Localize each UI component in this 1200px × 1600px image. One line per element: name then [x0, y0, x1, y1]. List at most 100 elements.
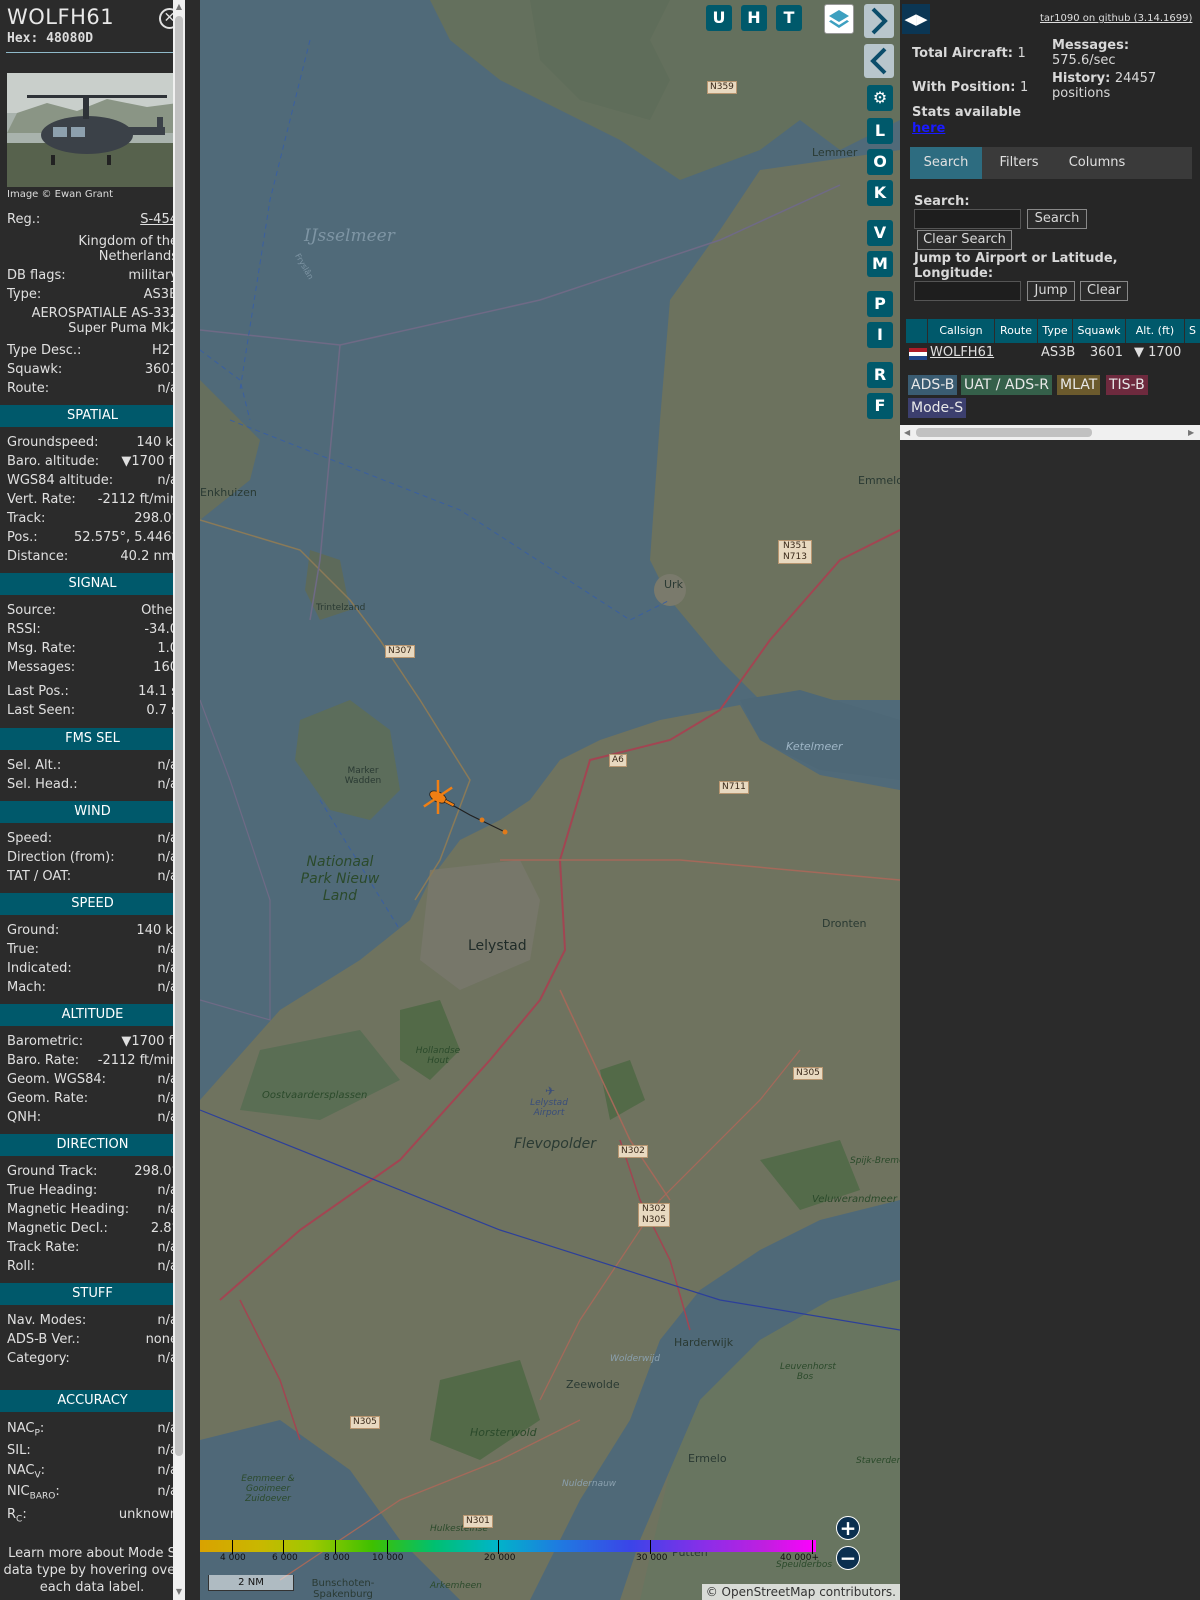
search-button[interactable]: Search: [1027, 209, 1087, 229]
settings-gear-icon[interactable]: ⚙: [867, 85, 893, 111]
row-altitude: Barometric: ▼1700 ft: [7, 1034, 178, 1052]
row-direction: Magnetic Heading: n/a: [7, 1202, 178, 1220]
map-label-trintelzand: Trintelzand: [316, 603, 366, 613]
field-label: Groundspeed:: [7, 435, 99, 450]
column-header-altitude[interactable]: Alt. (ft): [1126, 319, 1185, 343]
map-button-p[interactable]: P: [867, 291, 893, 317]
map-button-t[interactable]: T: [776, 5, 802, 31]
section-header-fms[interactable]: FMS SEL: [0, 728, 185, 750]
section-header-altitude[interactable]: ALTITUDE: [0, 1004, 185, 1026]
map-view[interactable]: ✈ IJsselmeer Enkhuizen Trintelzand Marke…: [200, 0, 900, 1600]
row-spatial: Groundspeed: 140 kt: [7, 435, 178, 453]
row-direction: Track Rate: n/a: [7, 1240, 178, 1258]
map-label-oostvaardersplassen: Oostvaardersplassen: [262, 1090, 368, 1101]
field-label: Vert. Rate:: [7, 492, 76, 507]
map-button-m[interactable]: M: [867, 251, 893, 277]
map-button-u[interactable]: U: [706, 5, 732, 31]
field-value: -2112 ft/min: [97, 492, 178, 507]
zoom-in-button[interactable]: +: [836, 1516, 860, 1540]
messages-stat: Messages: 575.6/sec: [1052, 38, 1130, 68]
map-label-arkemheen: Arkemheen: [430, 1581, 482, 1591]
section-header-spatial[interactable]: SPATIAL: [0, 405, 185, 427]
tab-search[interactable]: Search: [910, 147, 982, 179]
row-spatial: Baro. altitude: ▼1700 ft: [7, 454, 178, 472]
column-header-squawk[interactable]: Squawk: [1073, 319, 1126, 343]
field-label: RSSI:: [7, 622, 41, 637]
github-link[interactable]: tar1090 on github (3.14.1699): [1040, 13, 1192, 24]
source-badge-uat[interactable]: UAT / ADS-R: [961, 375, 1052, 395]
row-signal: Messages: 160: [7, 660, 178, 678]
source-badge-modes[interactable]: Mode-S: [908, 398, 967, 418]
row-stuff: Nav. Modes: n/a: [7, 1313, 178, 1331]
map-label-enkhuizen: Enkhuizen: [200, 486, 257, 499]
legend-tick: 40 000+: [780, 1553, 820, 1563]
road-tag: N711: [719, 781, 749, 794]
altitude-color-legend: [200, 1540, 816, 1552]
map-label-staverden: Staverden: [856, 1456, 900, 1466]
section-header-wind[interactable]: WIND: [0, 801, 185, 823]
tab-columns[interactable]: Columns: [1056, 147, 1138, 179]
map-attribution[interactable]: © OpenStreetMap contributors.: [701, 1584, 900, 1600]
row-type: AS3B: [1041, 345, 1076, 360]
column-header-speed[interactable]: S: [1185, 319, 1200, 343]
field-label: Pos.:: [7, 530, 38, 545]
column-header-route[interactable]: Route: [995, 319, 1038, 343]
field-value: ▼1700 ft: [121, 454, 178, 469]
svg-text:✈: ✈: [545, 1084, 555, 1098]
field-label: Type Desc.:: [7, 343, 82, 358]
field-label: WGS84 altitude:: [7, 473, 114, 488]
jump-button[interactable]: Jump: [1027, 281, 1075, 301]
row-squawk: 3601: [1089, 345, 1123, 360]
tab-filters[interactable]: Filters: [986, 147, 1052, 179]
section-header-accuracy[interactable]: ACCURACY: [0, 1390, 185, 1412]
column-header-type[interactable]: Type: [1038, 319, 1073, 343]
map-button-i[interactable]: I: [867, 322, 893, 348]
map-button-o[interactable]: O: [867, 149, 893, 175]
road-tag: N302: [618, 1145, 648, 1158]
map-label-bunschoten: Bunschoten-Spakenburg: [311, 1578, 375, 1600]
map-button-l[interactable]: L: [867, 118, 893, 144]
title-divider: [6, 52, 180, 53]
stats-here-link[interactable]: here: [912, 121, 945, 136]
aircraft-photo[interactable]: [7, 73, 178, 187]
field-label: True:: [7, 942, 39, 957]
source-badge-tisb[interactable]: TIS-B: [1106, 375, 1148, 395]
map-button-r[interactable]: R: [867, 362, 893, 388]
section-header-signal[interactable]: SIGNAL: [0, 573, 185, 595]
clear-button[interactable]: Clear: [1080, 281, 1128, 301]
source-badge-adsb[interactable]: ADS-B: [908, 375, 958, 395]
zoom-out-button[interactable]: −: [836, 1546, 860, 1570]
info-scrollbar[interactable]: ▲ ▼: [173, 0, 185, 1600]
field-value: unknown: [118, 1507, 178, 1522]
map-label-horsterwold: Horsterwold: [470, 1426, 537, 1439]
map-label-nationaal-park: Nationaal Park Nieuw Land: [300, 854, 380, 904]
map-button-k[interactable]: K: [867, 180, 893, 206]
row-accuracy: SIL: n/a: [7, 1443, 178, 1461]
collapse-sidebar-icon[interactable]: [864, 44, 894, 78]
column-header-callsign[interactable]: Callsign: [928, 319, 995, 343]
map-button-v[interactable]: V: [867, 220, 893, 246]
layers-icon[interactable]: [824, 4, 854, 34]
toggle-sidebar-icon[interactable]: ◀▶: [902, 4, 930, 34]
search-input[interactable]: [914, 209, 1021, 229]
field-value: 140 kt: [136, 923, 178, 938]
map-button-f[interactable]: F: [867, 393, 893, 419]
section-header-speed[interactable]: SPEED: [0, 893, 185, 915]
map-label-flevopolder: Flevopolder: [514, 1136, 597, 1152]
selected-callsign: WOLFH61: [7, 5, 115, 29]
row-signal: Source: Other: [7, 603, 178, 621]
expand-sidebar-icon[interactable]: [864, 4, 894, 38]
field-label: True Heading:: [7, 1183, 98, 1198]
road-tag: N305: [350, 1416, 380, 1429]
history-stat: History: 24457 positions: [1052, 71, 1157, 101]
table-horizontal-scrollbar[interactable]: ◀ ▶: [900, 425, 1200, 440]
field-label: SIL:: [7, 1443, 31, 1458]
source-badge-mlat[interactable]: MLAT: [1057, 375, 1101, 395]
section-header-direction[interactable]: DIRECTION: [0, 1134, 185, 1156]
map-button-h[interactable]: H: [741, 5, 767, 31]
jump-input[interactable]: [914, 281, 1021, 301]
column-header-flag[interactable]: [906, 319, 928, 343]
section-header-stuff[interactable]: STUFF: [0, 1283, 185, 1305]
clear-search-button[interactable]: Clear Search: [917, 230, 1012, 250]
row-callsign[interactable]: WOLFH61: [930, 344, 994, 362]
